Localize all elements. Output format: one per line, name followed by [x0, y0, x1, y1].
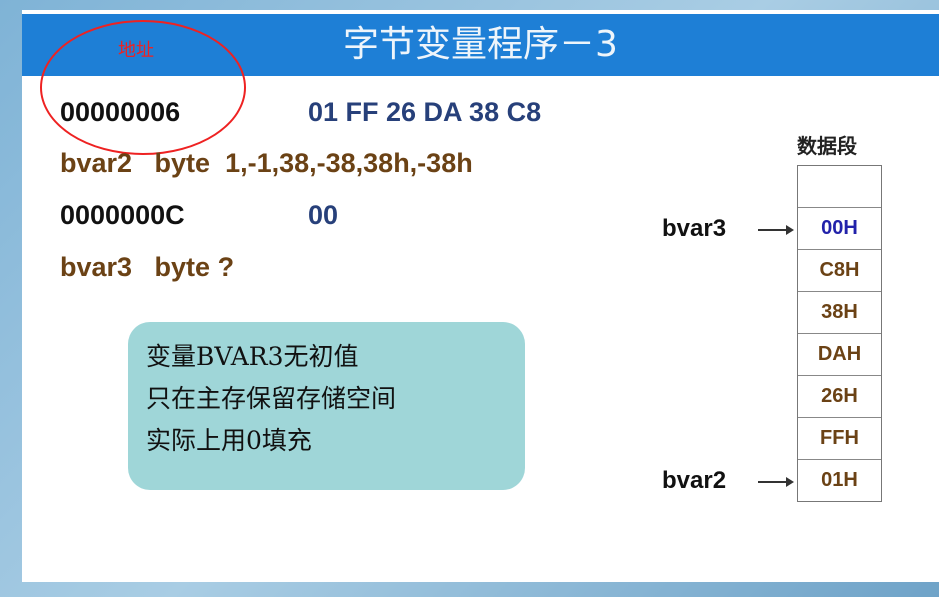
code-bvar2: bvar2 byte 1,-1,38,-38,38h,-38h: [60, 148, 473, 178]
data-segment-table: 00H C8H 38H DAH 26H FFH 01H: [797, 165, 882, 502]
memory-cell: [798, 166, 881, 208]
pointer-label-bvar2: bvar2: [662, 467, 727, 494]
memory-cell: C8H: [798, 250, 881, 292]
note-bubble: 变量BVAR3无初值 只在主存保留存储空间 实际上用0填充: [128, 322, 525, 490]
memory-cell: 38H: [798, 292, 881, 334]
arrow-right-icon: [758, 225, 794, 235]
memory-cell: 00H: [798, 208, 881, 250]
address-line-2: 0000000C: [60, 200, 185, 230]
arrow-right-icon: [758, 477, 794, 487]
address-line-1: 00000006: [60, 97, 181, 127]
annotation-label: 地址: [118, 40, 154, 61]
data-segment-title: 数据段: [797, 134, 857, 158]
memory-cell: 26H: [798, 376, 881, 418]
code-bvar3: bvar3 byte ?: [60, 252, 235, 282]
bytes-line-2: 00: [308, 200, 339, 230]
note-line: 变量BVAR3无初值: [146, 342, 359, 371]
memory-cell: 01H: [821, 469, 858, 491]
pointer-label-bvar3: bvar3: [662, 215, 727, 242]
note-line: 实际上用0填充: [146, 426, 312, 455]
note-line: 只在主存保留存储空间: [146, 384, 397, 413]
memory-cell: DAH: [798, 334, 881, 376]
bytes-line-1: 01 FF 26 DA 38 C8: [308, 97, 542, 127]
memory-cell: FFH: [798, 418, 881, 460]
